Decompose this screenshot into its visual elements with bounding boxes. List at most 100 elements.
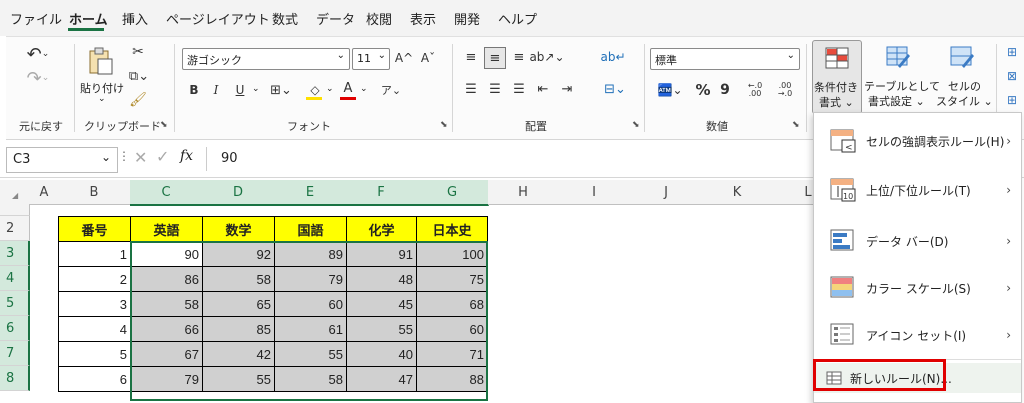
table-cell-math[interactable]: 55 xyxy=(202,366,275,392)
bold-button[interactable]: B xyxy=(186,80,202,100)
menu-item-icon-sets[interactable]: アイコン セット(I) › xyxy=(814,313,1021,357)
underline-button[interactable]: U xyxy=(232,80,248,100)
table-cell-history[interactable]: 60 xyxy=(416,316,488,342)
font-color-icon[interactable]: A xyxy=(340,78,356,98)
tab-formulas[interactable]: 数式 xyxy=(272,9,298,28)
cell-styles-button[interactable]: セルの スタイル ⌄ xyxy=(936,40,993,112)
align-middle-icon[interactable]: ≡ xyxy=(484,47,506,69)
conditional-formatting-button[interactable]: 条件付き 書式 ⌄ xyxy=(812,40,862,114)
decrease-decimal-button[interactable]: .00 →.0 xyxy=(772,78,798,102)
tab-view[interactable]: 表示 xyxy=(410,9,436,28)
table-cell-english[interactable]: 79 xyxy=(130,366,203,392)
column-header-k[interactable]: K xyxy=(702,180,773,205)
column-header-f[interactable]: F xyxy=(346,180,417,206)
row-header-7[interactable]: 7 xyxy=(0,341,30,366)
column-header-c[interactable]: C xyxy=(130,180,203,206)
percent-button[interactable]: % xyxy=(694,80,712,100)
dialog-launcher-icon[interactable]: ⬊ xyxy=(440,120,448,130)
dialog-launcher-icon[interactable]: ⬊ xyxy=(160,120,168,130)
row-header-6[interactable]: 6 xyxy=(0,316,30,341)
chevron-down-icon[interactable]: ⌄ xyxy=(326,84,334,94)
table-cell-english[interactable]: 90 xyxy=(130,241,203,267)
column-header-h[interactable]: H xyxy=(488,180,559,205)
paste-icon[interactable] xyxy=(80,44,120,78)
more-options-icon[interactable]: ⋮ xyxy=(118,149,130,163)
table-cell-math[interactable]: 42 xyxy=(202,341,275,367)
column-header-b[interactable]: B xyxy=(58,180,131,205)
table-cell-english[interactable]: 66 xyxy=(130,316,203,342)
wrap-text-icon[interactable]: ab↵ xyxy=(600,46,625,68)
table-cell-japanese[interactable]: 79 xyxy=(274,266,347,292)
tab-developer[interactable]: 開発 xyxy=(454,9,480,28)
select-all-corner[interactable]: ◢ xyxy=(0,180,31,205)
table-cell-japanese[interactable]: 89 xyxy=(274,241,347,267)
column-header-a[interactable]: A xyxy=(30,180,59,205)
merge-center-icon[interactable]: ⊟⌄ xyxy=(600,78,630,100)
table-cell-number[interactable]: 5 xyxy=(58,341,131,367)
chevron-down-icon[interactable]: ⌄ xyxy=(360,84,368,94)
italic-button[interactable]: I xyxy=(208,80,224,100)
borders-icon[interactable]: ⊞⌄ xyxy=(266,80,296,100)
table-cell-number[interactable]: 4 xyxy=(58,316,131,342)
format-cells-icon[interactable]: ⊞ xyxy=(1004,92,1020,108)
column-header-e[interactable]: E xyxy=(274,180,347,206)
table-cell-history[interactable]: 88 xyxy=(416,366,488,392)
menu-item-data-bars[interactable]: データ バー(D) › xyxy=(814,219,1021,263)
paste-dropdown-icon[interactable]: ⌄ xyxy=(98,94,106,104)
font-increase-icon[interactable]: A^ xyxy=(394,48,414,68)
delete-cells-icon[interactable]: ⊠ xyxy=(1004,68,1020,84)
table-cell-chemistry[interactable]: 91 xyxy=(346,241,417,267)
row-header-5[interactable]: 5 xyxy=(0,291,30,316)
header-cell-history[interactable]: 日本史 xyxy=(416,216,488,242)
font-size-select[interactable]: 11 ⌄ xyxy=(352,48,390,70)
table-cell-history[interactable]: 68 xyxy=(416,291,488,317)
row-header-8[interactable]: 8 xyxy=(0,366,30,391)
table-cell-japanese[interactable]: 58 xyxy=(274,366,347,392)
cut-icon[interactable]: ✂ xyxy=(128,42,148,62)
table-cell-chemistry[interactable]: 40 xyxy=(346,341,417,367)
table-cell-japanese[interactable]: 60 xyxy=(274,291,347,317)
number-format-select[interactable]: 標準 ⌄ xyxy=(650,48,800,70)
table-cell-japanese[interactable]: 61 xyxy=(274,316,347,342)
font-decrease-icon[interactable]: Aˇ xyxy=(418,48,438,68)
accounting-format-icon[interactable]: 🏧⌄ xyxy=(652,80,688,100)
row-header-1[interactable]: 1 xyxy=(0,204,30,216)
table-cell-english[interactable]: 86 xyxy=(130,266,203,292)
tab-data[interactable]: データ xyxy=(316,9,355,28)
align-bottom-icon[interactable]: ≡ xyxy=(510,48,528,66)
increase-decimal-button[interactable]: ←.0 .00 xyxy=(742,78,768,102)
redo-icon[interactable]: ↷ ⌄ xyxy=(18,66,58,90)
name-box[interactable]: C3 ⌄ xyxy=(6,147,118,173)
comma-button[interactable]: 9 xyxy=(718,80,732,100)
tab-review[interactable]: 校閲 xyxy=(366,9,392,28)
table-cell-chemistry[interactable]: 47 xyxy=(346,366,417,392)
undo-icon[interactable]: ↶ ⌄ xyxy=(18,42,58,66)
table-cell-math[interactable]: 92 xyxy=(202,241,275,267)
tab-help[interactable]: ヘルプ xyxy=(498,9,537,28)
table-cell-number[interactable]: 3 xyxy=(58,291,131,317)
table-cell-number[interactable]: 1 xyxy=(58,241,131,267)
tab-home[interactable]: ホーム xyxy=(69,9,108,28)
table-cell-history[interactable]: 100 xyxy=(416,241,488,267)
copy-icon[interactable]: ⧉⌄ xyxy=(126,66,152,86)
align-center-icon[interactable]: ☰ xyxy=(486,80,504,98)
row-header-2[interactable]: 2 xyxy=(0,216,30,241)
tab-insert[interactable]: 挿入 xyxy=(122,9,148,28)
table-cell-number[interactable]: 6 xyxy=(58,366,131,392)
phonetic-icon[interactable]: ア⌄ xyxy=(378,80,404,100)
table-cell-japanese[interactable]: 55 xyxy=(274,341,347,367)
table-cell-english[interactable]: 58 xyxy=(130,291,203,317)
menu-item-highlight-rules[interactable]: < セルの強調表示ルール(H) › xyxy=(814,119,1021,163)
table-cell-chemistry[interactable]: 45 xyxy=(346,291,417,317)
header-cell-math[interactable]: 数学 xyxy=(202,216,275,242)
column-header-d[interactable]: D xyxy=(202,180,275,206)
header-cell-english[interactable]: 英語 xyxy=(130,216,203,242)
table-cell-math[interactable]: 65 xyxy=(202,291,275,317)
table-cell-math[interactable]: 58 xyxy=(202,266,275,292)
chevron-down-icon[interactable]: ⌄ xyxy=(252,84,260,94)
format-painter-icon[interactable]: 🖌 xyxy=(128,90,148,110)
dialog-launcher-icon[interactable]: ⬊ xyxy=(792,120,800,130)
table-cell-chemistry[interactable]: 48 xyxy=(346,266,417,292)
font-family-select[interactable]: 游ゴシック ⌄ xyxy=(182,48,350,70)
table-cell-chemistry[interactable]: 55 xyxy=(346,316,417,342)
